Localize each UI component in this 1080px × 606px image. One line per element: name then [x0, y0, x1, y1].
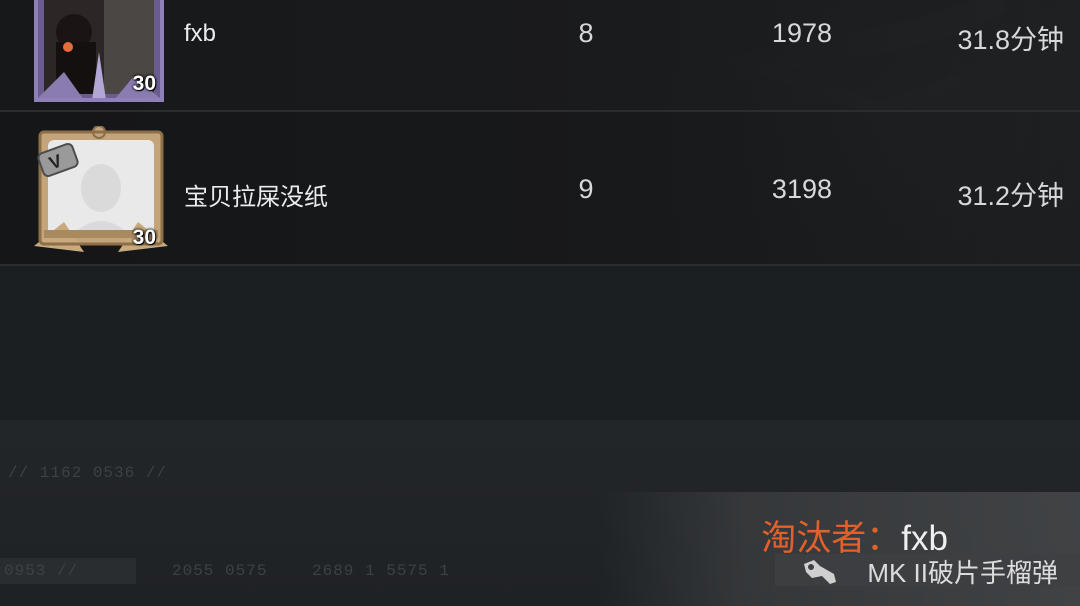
avatar[interactable]: V 30 — [34, 125, 168, 256]
score-value: 3198 — [771, 174, 832, 204]
survival-time: 31.2分钟 — [957, 181, 1064, 211]
empty-scoreboard-area — [0, 266, 1080, 420]
score-value: 1978 — [771, 18, 832, 48]
avatar-level: 30 — [132, 226, 156, 249]
decorative-code: 0953 // — [4, 562, 79, 580]
survival-time: 31.8分钟 — [957, 25, 1064, 55]
grenade-icon — [804, 560, 836, 584]
decorative-code: 2055 0575 — [172, 562, 268, 580]
decorative-code: 2689 1 5575 1 — [312, 562, 450, 580]
kills-value: 9 — [578, 174, 594, 204]
weapon-name: MK II破片手榴弹 — [867, 558, 1058, 588]
avatar-level: 30 — [132, 72, 156, 95]
player-name: fxb — [184, 20, 217, 47]
player-name: 宝贝拉屎没纸 — [184, 184, 328, 211]
decorative-code: // 1162 0536 // — [8, 464, 168, 482]
kills-value: 8 — [578, 18, 594, 48]
avatar[interactable]: 30 — [34, 0, 164, 102]
